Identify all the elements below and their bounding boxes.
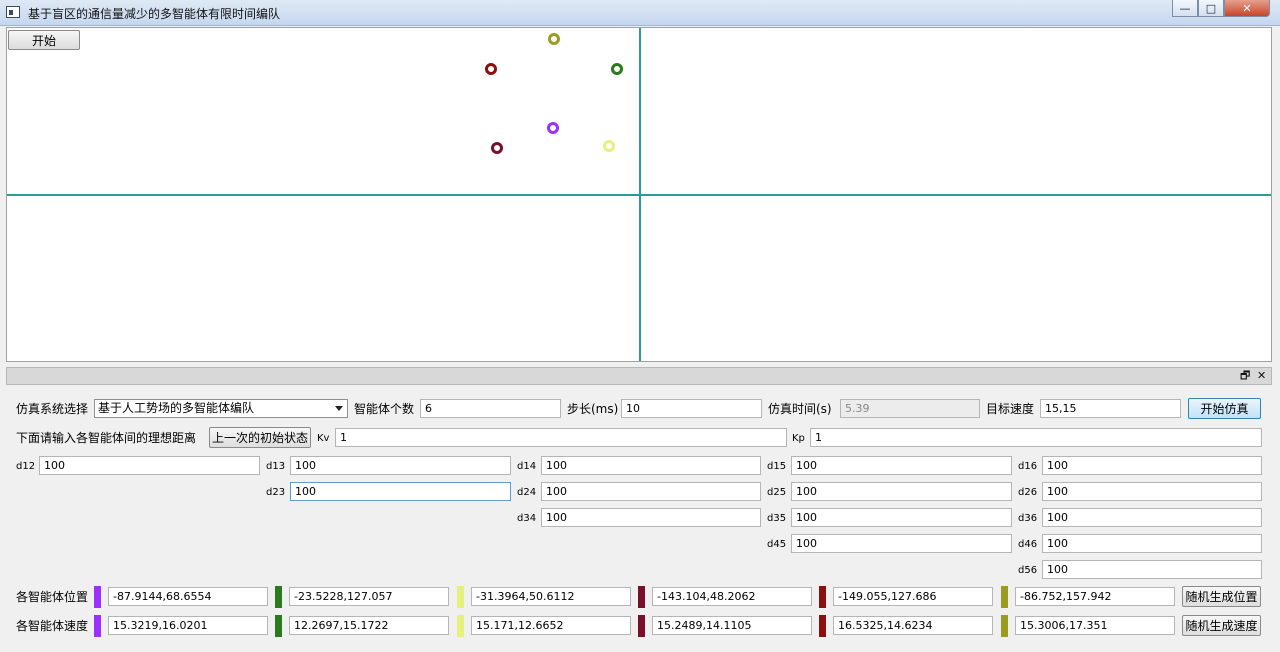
d36-label: d36 <box>1018 513 1038 524</box>
window-controls: — □ ✕ <box>1172 0 1270 17</box>
d25-input[interactable]: 100 <box>791 482 1012 501</box>
d12-label: d12 <box>16 461 36 472</box>
agent-marker <box>491 142 503 154</box>
d16-label: d16 <box>1018 461 1038 472</box>
position-input-1[interactable]: -87.9144,68.6554 <box>108 587 268 606</box>
positions-label: 各智能体位置 <box>16 590 89 604</box>
sim-time-field: 5.39 <box>840 399 980 418</box>
agent-marker <box>603 140 615 152</box>
d13-input[interactable]: 100 <box>290 456 511 475</box>
dock-close-icon[interactable]: ✕ <box>1257 369 1266 383</box>
agent-color-swatch <box>638 615 645 637</box>
kv-input[interactable]: 1 <box>335 428 787 447</box>
d45-label: d45 <box>767 539 787 550</box>
velocity-input-2[interactable]: 12.2697,15.1722 <box>289 616 449 635</box>
velocity-input-3[interactable]: 15.171,12.6652 <box>471 616 631 635</box>
dock-title-bar: 🗗 ✕ <box>6 367 1272 385</box>
position-input-5[interactable]: -149.055,127.686 <box>833 587 993 606</box>
velocities-label: 各智能体速度 <box>16 619 89 633</box>
random-velocity-button[interactable]: 随机生成速度 <box>1182 615 1261 636</box>
position-input-6[interactable]: -86.752,157.942 <box>1015 587 1175 606</box>
d36-input[interactable]: 100 <box>1042 508 1262 527</box>
agent-color-swatch <box>638 586 645 608</box>
agent-color-swatch <box>94 615 101 637</box>
d16-input[interactable]: 100 <box>1042 456 1262 475</box>
kp-label: Kp <box>792 433 805 444</box>
last-initial-state-button[interactable]: 上一次的初始状态 <box>209 427 311 448</box>
agent-color-swatch <box>819 615 826 637</box>
velocity-input-4[interactable]: 15.2489,14.1105 <box>652 616 812 635</box>
position-input-4[interactable]: -143.104,48.2062 <box>652 587 812 606</box>
agent-color-swatch <box>1001 586 1008 608</box>
d24-label: d24 <box>517 487 537 498</box>
close-icon[interactable]: ✕ <box>1224 0 1270 17</box>
app-icon <box>6 6 20 18</box>
d14-input[interactable]: 100 <box>541 456 761 475</box>
target-speed-input[interactable]: 15,15 <box>1040 399 1181 418</box>
step-input[interactable]: 10 <box>621 399 762 418</box>
agent-color-swatch <box>1001 615 1008 637</box>
d26-label: d26 <box>1018 487 1038 498</box>
sim-time-label: 仿真时间(s) <box>768 402 832 416</box>
agent-count-label: 智能体个数 <box>354 402 415 416</box>
agent-color-swatch <box>819 586 826 608</box>
d35-label: d35 <box>767 513 787 524</box>
agent-color-swatch <box>94 586 101 608</box>
kp-input[interactable]: 1 <box>810 428 1262 447</box>
d34-input[interactable]: 100 <box>541 508 761 527</box>
start-button[interactable]: 开始 <box>8 30 80 50</box>
step-label: 步长(ms) <box>567 402 619 416</box>
d14-label: d14 <box>517 461 537 472</box>
agent-color-swatch <box>457 615 464 637</box>
d25-label: d25 <box>767 487 787 498</box>
d26-input[interactable]: 100 <box>1042 482 1262 501</box>
distance-hint: 下面请输入各智能体间的理想距离 <box>16 431 197 445</box>
d56-input[interactable]: 100 <box>1042 560 1262 579</box>
random-position-button[interactable]: 随机生成位置 <box>1182 586 1261 607</box>
x-axis-line <box>7 194 1271 196</box>
agent-marker <box>547 122 559 134</box>
maximize-icon[interactable]: □ <box>1198 0 1224 17</box>
position-input-2[interactable]: -23.5228,127.057 <box>289 587 449 606</box>
simulation-canvas <box>6 27 1272 362</box>
start-simulation-button[interactable]: 开始仿真 <box>1188 398 1261 419</box>
d23-label: d23 <box>266 487 286 498</box>
agent-marker <box>485 63 497 75</box>
dock-float-icon[interactable]: 🗗 <box>1240 369 1250 383</box>
position-input-3[interactable]: -31.3964,50.6112 <box>471 587 631 606</box>
system-select-value: 基于人工势场的多智能体编队 <box>98 401 255 415</box>
system-select[interactable]: 基于人工势场的多智能体编队 <box>94 399 348 418</box>
agent-color-swatch <box>275 586 282 608</box>
d13-label: d13 <box>266 461 286 472</box>
agent-color-swatch <box>275 615 282 637</box>
agent-color-swatch <box>457 586 464 608</box>
velocity-input-1[interactable]: 15.3219,16.0201 <box>108 616 268 635</box>
d34-label: d34 <box>517 513 537 524</box>
agent-count-input[interactable]: 6 <box>420 399 561 418</box>
kv-label: Kv <box>317 433 330 444</box>
target-speed-label: 目标速度 <box>986 402 1035 416</box>
d46-input[interactable]: 100 <box>1042 534 1262 553</box>
agent-marker <box>611 63 623 75</box>
minimize-icon[interactable]: — <box>1172 0 1198 17</box>
d23-input[interactable]: 100 <box>290 482 511 501</box>
d15-label: d15 <box>767 461 787 472</box>
d24-input[interactable]: 100 <box>541 482 761 501</box>
window-title: 基于盲区的通信量减少的多智能体有限时间编队 <box>28 7 281 21</box>
d46-label: d46 <box>1018 539 1038 550</box>
chevron-down-icon <box>335 406 343 411</box>
d12-input[interactable]: 100 <box>39 456 260 475</box>
velocity-input-6[interactable]: 15.3006,17.351 <box>1015 616 1175 635</box>
title-bar: 基于盲区的通信量减少的多智能体有限时间编队 — □ ✕ <box>0 0 1280 26</box>
d15-input[interactable]: 100 <box>791 456 1012 475</box>
velocity-input-5[interactable]: 16.5325,14.6234 <box>833 616 993 635</box>
d35-input[interactable]: 100 <box>791 508 1012 527</box>
agent-marker <box>548 33 560 45</box>
d45-input[interactable]: 100 <box>791 534 1012 553</box>
d56-label: d56 <box>1018 565 1038 576</box>
system-select-label: 仿真系统选择 <box>16 402 89 416</box>
